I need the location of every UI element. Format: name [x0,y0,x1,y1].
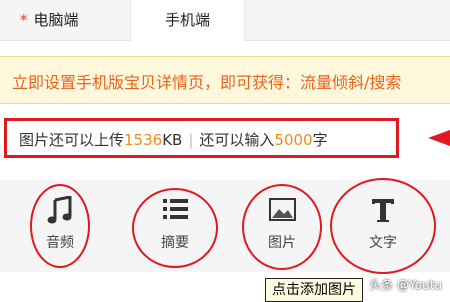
text-label: 文字 [369,235,397,251]
promo-banner: 立即设置手机版宝贝详情页，即可获得：流量倾斜/搜索 [0,56,450,104]
tab-mobile-label: 手机端 [164,11,210,29]
tab-desktop[interactable]: * 电脑端 [0,0,130,40]
music-note-icon [30,195,90,224]
add-text-button[interactable]: 文字 [330,178,436,274]
image-quota-value: 1536 [124,131,163,149]
upload-quota-info: 图片还可以上传1536KB | 还可以输入5000字 [4,118,399,158]
summary-label: 摘要 [161,235,189,251]
add-summary-button[interactable]: 摘要 [130,180,220,272]
text-t-icon [330,196,436,222]
add-image-button[interactable]: 图片 [242,180,322,272]
text-quota-prefix: 还可以输入 [199,131,275,149]
image-quota-prefix: 图片还可以上传 [19,131,125,149]
highlight-circle [330,178,436,274]
add-audio-button[interactable]: 音频 [30,180,90,272]
image-quota-unit: KB [162,131,183,149]
audio-label: 音频 [46,235,74,251]
tab-desktop-label: 电脑端 [33,11,79,29]
text-quota-value: 5000 [274,131,313,149]
tab-mobile[interactable]: 手机端 [130,0,245,41]
pointer-arrow [428,130,450,146]
quota-line: 图片还可以上传1536KB | 还可以输入5000字 [19,129,328,150]
promo-text: 立即设置手机版宝贝详情页，即可获得：流量倾斜/搜索 [12,73,402,92]
watermark: 头条 @Youtu [369,278,442,292]
editor-tabs: * 电脑端 手机端 [0,0,450,41]
image-icon [242,196,322,222]
list-icon [130,196,220,222]
image-label: 图片 [268,235,296,251]
content-toolbar: 音频 摘要 图片 文字 [0,178,450,274]
required-mark: * [20,11,28,29]
add-image-tooltip: 点击添加图片 [265,278,363,302]
text-quota-unit: 字 [312,131,328,149]
separator: | [188,131,194,149]
